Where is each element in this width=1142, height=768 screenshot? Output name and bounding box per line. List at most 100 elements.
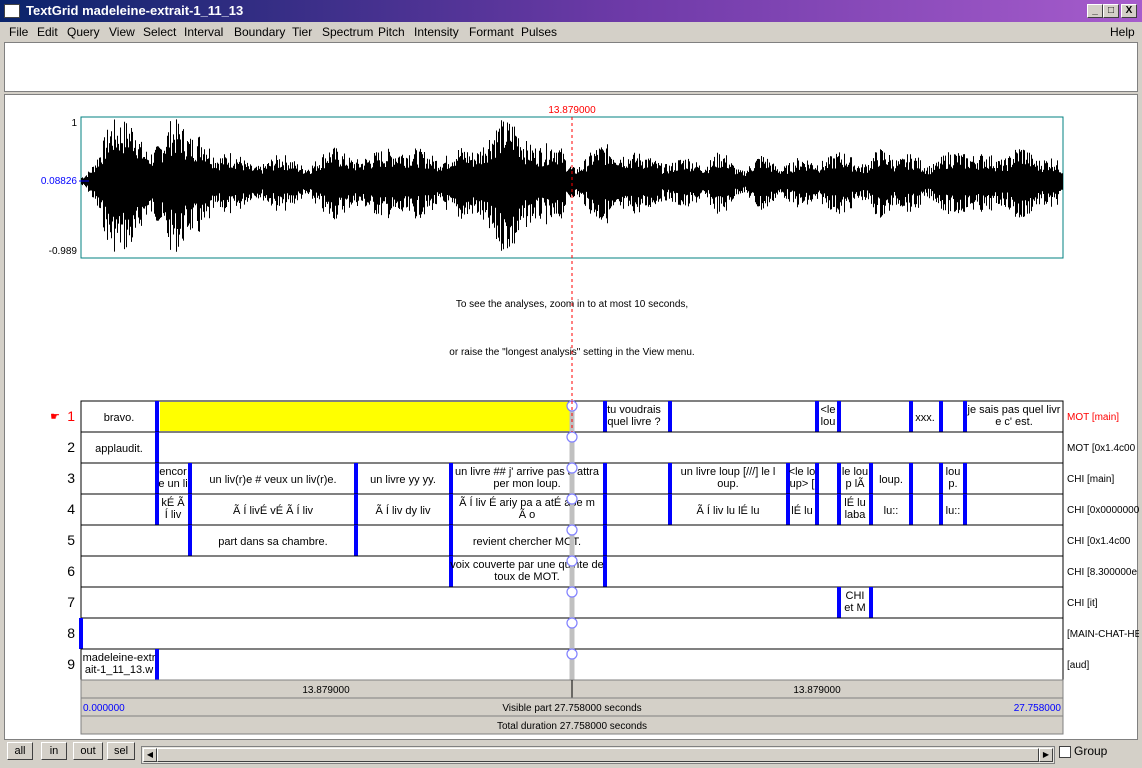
group-checkbox[interactable]: Group [1059, 744, 1107, 758]
interval-boundary[interactable] [815, 463, 819, 494]
horizontal-scrollbar[interactable]: ◀ ▶ [141, 746, 1055, 764]
interval-text[interactable]: encor [159, 466, 187, 478]
menu-interval[interactable]: Interval [184, 25, 223, 39]
interval-boundary[interactable] [837, 401, 841, 432]
zoom-selection-button[interactable]: sel [107, 742, 135, 760]
interval-text[interactable]: part dans sa chambre. [218, 536, 327, 548]
interval-text[interactable]: un livre loup [///] le l [681, 466, 776, 478]
tier-number-6[interactable]: 6 [67, 563, 75, 579]
tier-name-3[interactable]: CHI [main] [1067, 474, 1114, 485]
interval-text[interactable]: lou [946, 466, 961, 478]
tier-name-7[interactable]: CHI [it] [1067, 598, 1098, 609]
zoom-all-button[interactable]: all [7, 742, 33, 760]
interval-text[interactable]: applaudit. [95, 443, 143, 455]
interval-text[interactable]: voix couverte par une quinte de [450, 559, 604, 571]
cursor-boundary-marker[interactable] [566, 462, 578, 474]
tier-number-5[interactable]: 5 [67, 532, 75, 548]
cursor-boundary-marker[interactable] [566, 555, 578, 567]
interval-text[interactable]: quel livre ? [607, 416, 660, 428]
interval-boundary[interactable] [603, 494, 607, 525]
interval-text[interactable]: per mon loup. [493, 478, 560, 490]
interval-boundary[interactable] [869, 494, 873, 525]
menu-pulses[interactable]: Pulses [521, 25, 557, 39]
interval-text[interactable]: CHI [846, 590, 865, 602]
interval-boundary[interactable] [155, 401, 159, 432]
interval-text[interactable]: lÉ lu [791, 504, 812, 517]
interval-text[interactable]: Ã Í livÉ vÉ Ã Í liv [233, 504, 314, 517]
tier-number-1[interactable]: 1 [67, 408, 75, 424]
time-axis-left-half[interactable]: 13.879000 [302, 685, 350, 696]
scroll-right-arrow-icon[interactable]: ▶ [1039, 748, 1053, 762]
interval-text[interactable]: revient chercher MOT. [473, 536, 581, 548]
interval-boundary[interactable] [963, 463, 967, 494]
interval-boundary[interactable] [939, 494, 943, 525]
interval-boundary[interactable] [909, 463, 913, 494]
interval-text[interactable]: <le [821, 404, 836, 416]
interval-text[interactable]: le lou [842, 466, 868, 478]
zoom-out-button[interactable]: out [73, 742, 103, 760]
interval-text[interactable]: un liv(r)e # veux un liv(r)e. [209, 474, 336, 486]
editor-canvas[interactable]: 13.879000 1 0.08826 -0.989 To see the an… [4, 94, 1139, 740]
menu-query[interactable]: Query [67, 25, 100, 39]
cursor-boundary-marker[interactable] [566, 648, 578, 660]
interval-text[interactable]: p. [948, 478, 957, 490]
interval-text[interactable]: loup. [879, 474, 903, 486]
cursor-boundary-marker[interactable] [566, 493, 578, 505]
menu-edit[interactable]: Edit [37, 25, 58, 39]
interval-boundary[interactable] [909, 401, 913, 432]
tier-number-9[interactable]: 9 [67, 656, 75, 672]
menu-boundary[interactable]: Boundary [234, 25, 285, 39]
interval-boundary[interactable] [449, 463, 453, 494]
interval-text[interactable]: e c' est. [995, 416, 1033, 428]
interval-boundary[interactable] [155, 649, 159, 680]
interval-boundary[interactable] [939, 463, 943, 494]
interval-boundary[interactable] [837, 463, 841, 494]
scroll-left-arrow-icon[interactable]: ◀ [143, 748, 157, 762]
interval-text[interactable]: lu:: [946, 505, 961, 517]
menu-tier[interactable]: Tier [292, 25, 312, 39]
interval-boundary[interactable] [188, 463, 192, 494]
interval-boundary[interactable] [909, 494, 913, 525]
interval-text[interactable]: e un li [158, 478, 187, 490]
menu-view[interactable]: View [109, 25, 135, 39]
tier-name-9[interactable]: [aud] [1067, 660, 1089, 671]
scroll-thumb[interactable] [157, 748, 1039, 762]
zoom-in-button[interactable]: in [41, 742, 67, 760]
interval-boundary[interactable] [815, 494, 819, 525]
interval-boundary[interactable] [668, 401, 672, 432]
time-axis-right-half[interactable]: 13.879000 [793, 685, 841, 696]
interval-text[interactable]: je sais pas quel livr [967, 404, 1061, 416]
interval-text[interactable]: ait-1_11_13.w [85, 664, 153, 676]
tier-number-8[interactable]: 8 [67, 625, 75, 641]
menu-spectrum[interactable]: Spectrum [322, 25, 373, 39]
maximize-button[interactable]: □ [1103, 4, 1119, 18]
menu-formant[interactable]: Formant [469, 25, 514, 39]
tier-number-3[interactable]: 3 [67, 470, 75, 486]
interval-text[interactable]: un livre ## j' arrive pas à attra [455, 466, 600, 478]
interval-text[interactable]: lÉ lu [844, 496, 865, 509]
selected-interval-highlight[interactable] [160, 402, 572, 431]
interval-boundary[interactable] [815, 401, 819, 432]
interval-boundary[interactable] [155, 432, 159, 463]
minimize-button[interactable]: _ [1087, 4, 1103, 18]
interval-boundary[interactable] [155, 494, 159, 525]
interval-boundary[interactable] [837, 494, 841, 525]
interval-text[interactable]: toux de MOT. [494, 571, 559, 583]
interval-text[interactable]: up> [ [790, 478, 815, 490]
tier-name-1[interactable]: MOT [main] [1067, 412, 1119, 423]
interval-text[interactable]: un livre yy yy. [370, 474, 436, 486]
interval-boundary[interactable] [837, 587, 841, 618]
interval-text[interactable]: bravo. [104, 412, 135, 424]
tier-name-6[interactable]: CHI [8.300000e [1067, 567, 1137, 578]
menu-pitch[interactable]: Pitch [378, 25, 405, 39]
interval-text[interactable]: oup. [717, 478, 738, 490]
cursor-boundary-marker[interactable] [566, 586, 578, 598]
interval-boundary[interactable] [668, 494, 672, 525]
interval-text[interactable]: Ã Í liv lu lÉ lu [697, 504, 760, 517]
menu-file[interactable]: File [9, 25, 28, 39]
tier-number-7[interactable]: 7 [67, 594, 75, 610]
interval-text[interactable]: tu voudrais [607, 404, 661, 416]
interval-boundary[interactable] [354, 494, 358, 525]
interval-text[interactable]: Ã Í liv dy liv [375, 504, 431, 517]
interval-text[interactable]: lou [821, 416, 836, 428]
